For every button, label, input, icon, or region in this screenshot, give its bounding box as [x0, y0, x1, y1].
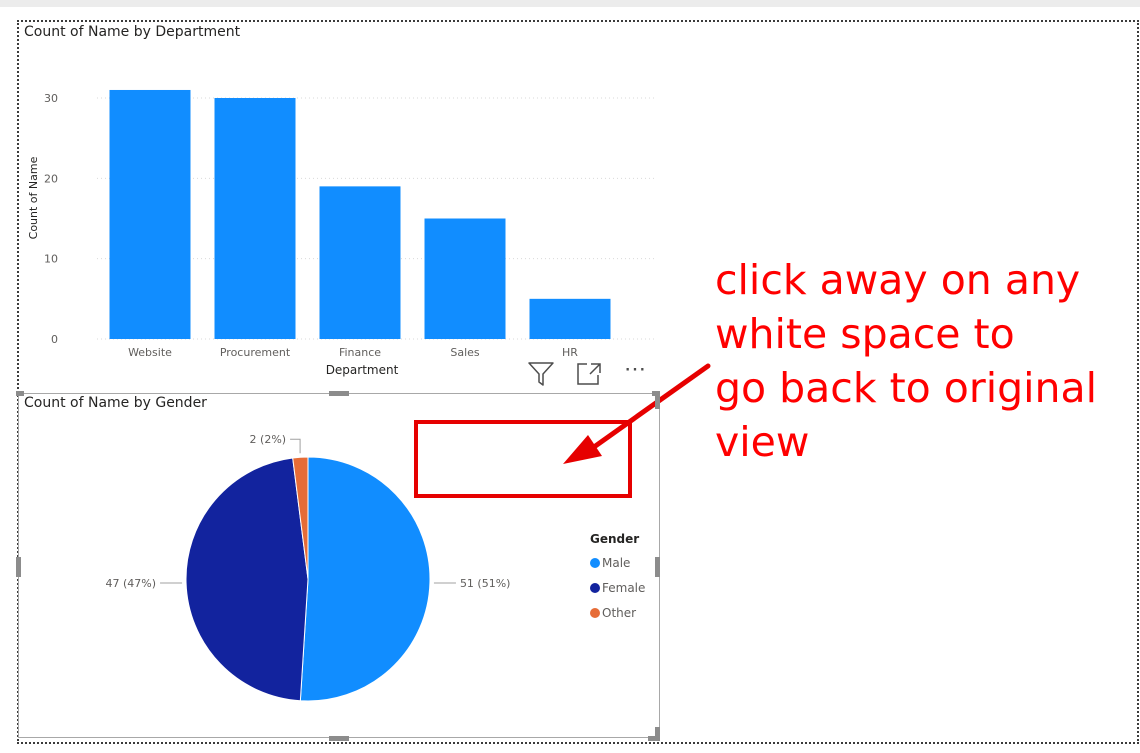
legend-item-female[interactable]: Female	[590, 575, 645, 600]
x-tick-label: Finance	[339, 346, 381, 359]
y-tick-label: 30	[44, 92, 58, 105]
bar-hr[interactable]	[529, 298, 611, 339]
bar-procurement[interactable]	[214, 98, 296, 339]
legend-label: Other	[602, 605, 637, 620]
resize-handle-bottom[interactable]	[329, 736, 349, 741]
resize-handle-top[interactable]	[329, 391, 349, 396]
y-axis-label: Count of Name	[27, 156, 40, 239]
legend-label: Female	[602, 580, 646, 595]
focus-mode-icon[interactable]	[576, 362, 602, 386]
annotation-line: click away on any	[715, 256, 1081, 304]
annotation-line: view	[715, 418, 810, 466]
legend-label: Male	[602, 555, 631, 570]
y-tick-label: 0	[51, 333, 58, 346]
resize-handle-right-bottom[interactable]	[655, 727, 660, 741]
department-bar-chart: 0 10 20 30 Website Procurement Finance Sales HR D…	[27, 89, 655, 377]
x-axis-label: Department	[326, 363, 399, 377]
y-tick-label: 10	[44, 253, 58, 266]
y-tick-label: 20	[44, 172, 58, 185]
bar-website[interactable]	[109, 89, 191, 339]
annotation-line: go back to original	[715, 364, 1098, 412]
x-tick-label: Sales	[450, 346, 480, 359]
bar-sales[interactable]	[424, 218, 506, 340]
bar-finance[interactable]	[319, 186, 401, 339]
pie-legend: Gender Male Female Other	[590, 532, 645, 625]
legend-dot	[590, 582, 600, 593]
pie-chart-title: Count of Name by Gender	[24, 395, 207, 411]
highlight-box	[414, 420, 632, 498]
legend-item-male[interactable]: Male	[590, 550, 645, 575]
annotation-text: click away on any white space to go back…	[715, 253, 1135, 469]
legend-title: Gender	[590, 532, 640, 546]
resize-handle-right[interactable]	[655, 557, 660, 577]
resize-handle-left[interactable]	[16, 557, 21, 577]
bar-chart-title: Count of Name by Department	[24, 24, 241, 40]
legend-dot	[590, 557, 600, 568]
resize-handle-right-top[interactable]	[655, 391, 660, 409]
more-options-icon[interactable]: ⋯	[624, 358, 652, 382]
x-tick-label: HR	[562, 346, 578, 359]
resize-handle-top-left[interactable]	[16, 391, 24, 396]
annotation-line: white space to	[715, 310, 1015, 358]
x-tick-label: Website	[128, 346, 172, 359]
legend-item-other[interactable]: Other	[590, 600, 645, 625]
legend-dot	[590, 607, 600, 618]
filter-icon[interactable]	[528, 361, 554, 387]
x-tick-label: Procurement	[220, 346, 291, 359]
